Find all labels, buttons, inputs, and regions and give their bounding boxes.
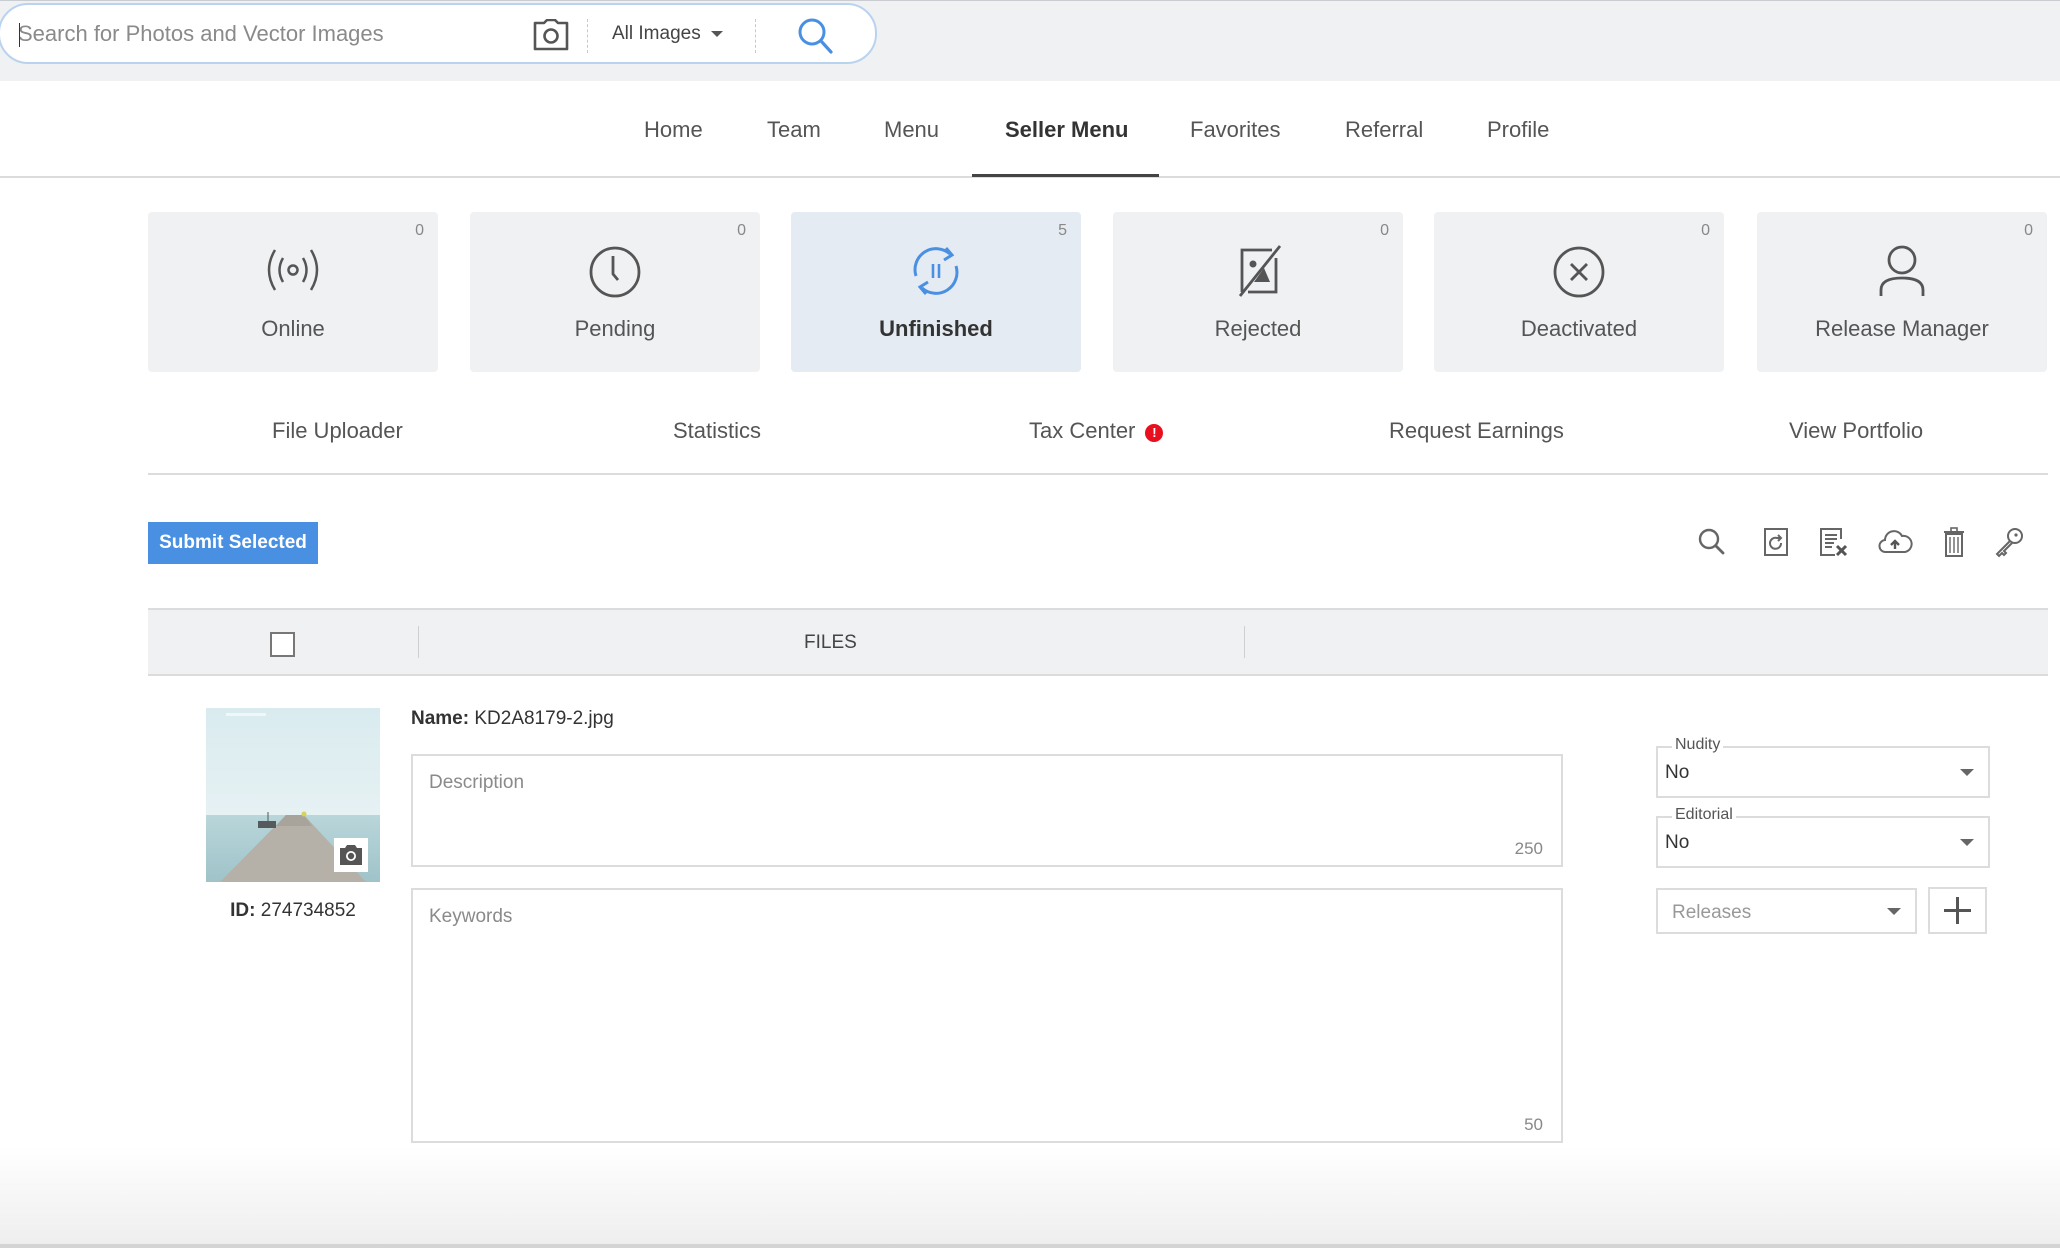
tab-home[interactable]: Home bbox=[644, 117, 703, 143]
status-card-deactivated[interactable]: 0 Deactivated bbox=[1434, 212, 1724, 372]
link-tax-center[interactable]: Tax Center! bbox=[1029, 418, 1164, 444]
status-card-online[interactable]: 0 Online bbox=[148, 212, 438, 372]
editorial-label: Editorial bbox=[1672, 806, 1736, 824]
divider bbox=[587, 19, 588, 53]
status-card-rejected[interactable]: 0 Rejected bbox=[1113, 212, 1403, 372]
column-divider bbox=[1244, 626, 1245, 658]
tab-referral[interactable]: Referral bbox=[1345, 117, 1423, 143]
chevron-down-icon bbox=[1960, 769, 1974, 776]
top-search-strip: All Images bbox=[0, 0, 2060, 81]
camera-icon[interactable] bbox=[532, 18, 570, 51]
status-card-unfinished[interactable]: 5 Unfinished bbox=[791, 212, 1081, 372]
count-badge: 0 bbox=[737, 222, 746, 239]
divider bbox=[0, 1244, 2060, 1248]
card-label: Unfinished bbox=[879, 316, 993, 341]
releases-placeholder: Releases bbox=[1672, 902, 1752, 923]
clear-text-icon[interactable] bbox=[1815, 524, 1851, 560]
user-icon bbox=[1872, 240, 1932, 300]
status-card-pending[interactable]: 0 Pending bbox=[470, 212, 760, 372]
file-id-value: 274734852 bbox=[260, 900, 356, 921]
main-nav: Home Team Menu Seller Menu Favorites Ref… bbox=[0, 81, 2060, 178]
column-divider bbox=[418, 626, 419, 658]
file-name: Name: KD2A8179-2.jpg bbox=[411, 708, 614, 730]
divider bbox=[148, 473, 2048, 475]
file-name-label: Name: bbox=[411, 708, 470, 729]
status-card-release-manager[interactable]: 0 Release Manager bbox=[1757, 212, 2047, 372]
count-badge: 0 bbox=[415, 222, 424, 239]
file-id-label: ID: bbox=[230, 900, 256, 921]
editorial-select[interactable]: Editorial No bbox=[1656, 806, 1990, 868]
files-table-header: FILES bbox=[148, 608, 2048, 676]
link-label: Tax Center bbox=[1029, 418, 1136, 443]
clock-icon bbox=[585, 240, 645, 300]
active-tab-indicator bbox=[972, 174, 1159, 177]
keywords-input[interactable] bbox=[429, 906, 1545, 1109]
tab-seller-menu[interactable]: Seller Menu bbox=[1005, 117, 1128, 143]
link-statistics[interactable]: Statistics bbox=[673, 418, 761, 444]
cloud-upload-icon[interactable] bbox=[1877, 524, 1913, 560]
card-label: Online bbox=[261, 316, 325, 341]
camera-icon[interactable] bbox=[334, 838, 368, 872]
card-label: Release Manager bbox=[1815, 316, 1989, 341]
count-badge: 0 bbox=[1701, 222, 1710, 239]
page: All Images Home Team Menu Seller Menu Fa… bbox=[0, 0, 2060, 1248]
search-icon[interactable] bbox=[796, 17, 836, 55]
image-type-select[interactable]: All Images bbox=[612, 23, 723, 45]
select-all-checkbox[interactable] bbox=[270, 632, 295, 657]
tab-team[interactable]: Team bbox=[767, 117, 821, 143]
count-badge: 0 bbox=[2024, 222, 2033, 239]
nudity-label: Nudity bbox=[1672, 736, 1724, 754]
description-input[interactable] bbox=[429, 772, 1545, 833]
card-label: Deactivated bbox=[1520, 316, 1638, 341]
trash-icon[interactable] bbox=[1936, 524, 1972, 560]
tab-menu[interactable]: Menu bbox=[884, 117, 939, 143]
search-icon[interactable] bbox=[1694, 524, 1730, 560]
editorial-value: No bbox=[1665, 832, 1690, 853]
divider bbox=[755, 19, 756, 53]
submit-selected-button[interactable]: Submit Selected bbox=[148, 522, 318, 564]
keywords-char-count: 50 bbox=[1524, 1115, 1543, 1134]
search-box: All Images bbox=[0, 3, 877, 64]
plus-icon bbox=[1944, 897, 1971, 924]
card-label: Rejected bbox=[1214, 316, 1302, 341]
nudity-value: No bbox=[1665, 762, 1690, 783]
description-char-count: 250 bbox=[1514, 839, 1543, 858]
alert-icon: ! bbox=[1145, 424, 1164, 442]
x-circle-icon bbox=[1549, 240, 1609, 300]
link-request-earnings[interactable]: Request Earnings bbox=[1389, 418, 1564, 444]
image-rejected-icon bbox=[1228, 240, 1288, 300]
card-label: Pending bbox=[574, 316, 656, 341]
chevron-down-icon bbox=[1887, 908, 1901, 915]
tab-profile[interactable]: Profile bbox=[1487, 117, 1549, 143]
file-name-value: KD2A8179-2.jpg bbox=[474, 708, 614, 729]
releases-select[interactable]: Releases bbox=[1656, 888, 1917, 934]
tab-favorites[interactable]: Favorites bbox=[1190, 117, 1280, 143]
key-icon[interactable] bbox=[1991, 524, 2027, 560]
nudity-select[interactable]: Nudity No bbox=[1656, 736, 1990, 798]
text-cursor bbox=[19, 23, 20, 47]
chevron-down-icon bbox=[710, 30, 723, 37]
count-badge: 0 bbox=[1380, 222, 1389, 239]
add-release-button[interactable] bbox=[1928, 887, 1987, 934]
description-field: 250 bbox=[411, 754, 1563, 867]
link-file-uploader[interactable]: File Uploader bbox=[272, 418, 403, 444]
search-input[interactable] bbox=[18, 19, 498, 49]
broadcast-icon bbox=[263, 240, 323, 300]
file-id: ID: 274734852 bbox=[206, 900, 380, 922]
link-view-portfolio[interactable]: View Portfolio bbox=[1789, 418, 1923, 444]
chevron-down-icon bbox=[1960, 839, 1974, 846]
footer-area bbox=[0, 1145, 2060, 1246]
column-header-files: FILES bbox=[804, 632, 857, 653]
reload-file-icon[interactable] bbox=[1758, 524, 1794, 560]
file-thumbnail[interactable] bbox=[206, 708, 380, 882]
keywords-field: 50 bbox=[411, 888, 1563, 1143]
count-badge: 5 bbox=[1058, 222, 1067, 239]
sync-pause-icon bbox=[906, 240, 966, 300]
image-type-value: All Images bbox=[612, 23, 701, 44]
